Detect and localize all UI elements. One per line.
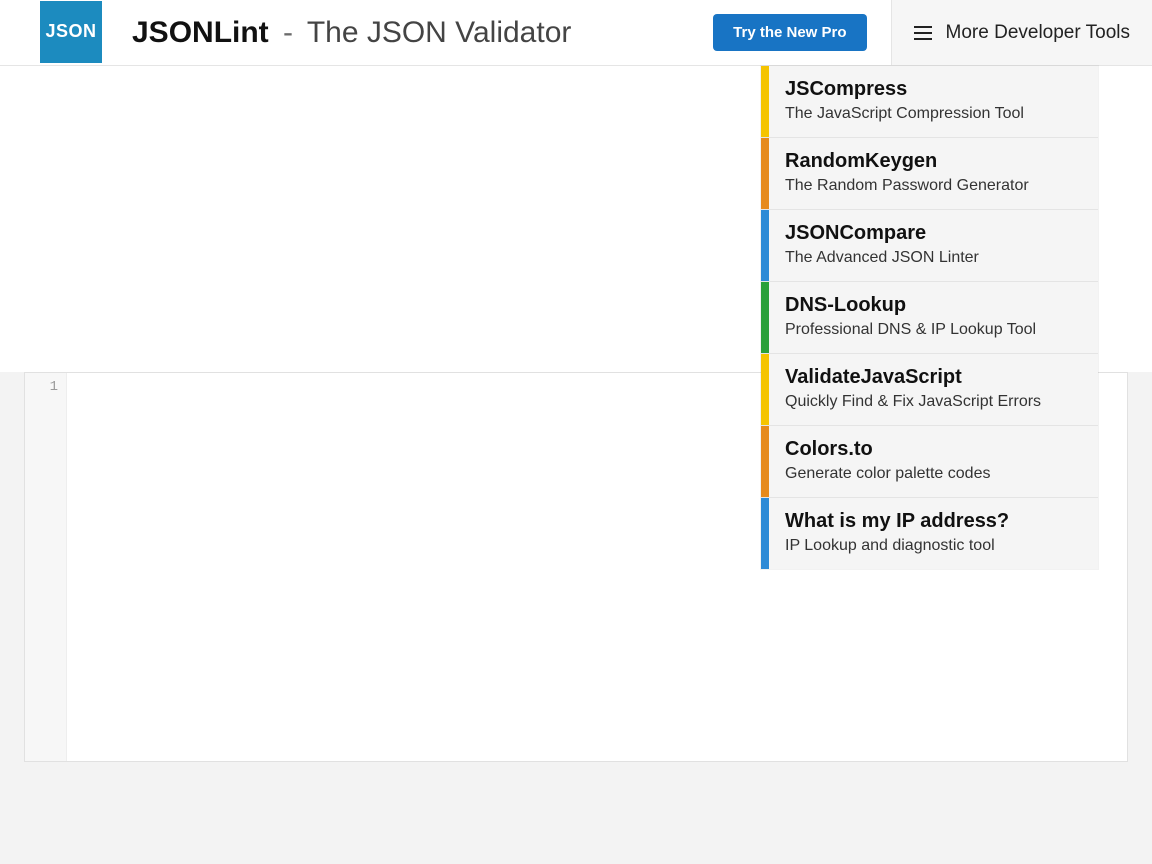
line-number: 1 — [25, 379, 58, 395]
dropdown-stripe — [761, 66, 769, 137]
dropdown-item[interactable]: What is my IP address? IP Lookup and diag… — [761, 498, 1098, 569]
dropdown-body: Colors.to Generate color palette codes — [769, 426, 1006, 497]
dropdown-item-title: RandomKeygen — [785, 150, 1029, 173]
dropdown-body: What is my IP address? IP Lookup and diag… — [769, 498, 1025, 569]
hamburger-icon — [914, 26, 932, 40]
dropdown-stripe — [761, 426, 769, 497]
dropdown-item-subtitle: Generate color palette codes — [785, 465, 990, 483]
dropdown-item[interactable]: JSONCompare The Advanced JSON Linter — [761, 210, 1098, 282]
editor-gutter: 1 — [25, 373, 67, 761]
dropdown-body: DNS-Lookup Professional DNS & IP Lookup T… — [769, 282, 1052, 353]
dropdown-item-title: ValidateJavaScript — [785, 366, 1041, 389]
dropdown-item-title: What is my IP address? — [785, 510, 1009, 533]
dropdown-item[interactable]: Colors.to Generate color palette codes — [761, 426, 1098, 498]
dropdown-item-subtitle: Professional DNS & IP Lookup Tool — [785, 321, 1036, 339]
dropdown-body: JSCompress The JavaScript Compression Too… — [769, 66, 1040, 137]
try-pro-button[interactable]: Try the New Pro — [713, 14, 866, 51]
more-tools-label: More Developer Tools — [946, 22, 1130, 44]
header-right: Try the New Pro More Developer Tools — [713, 0, 1152, 65]
dropdown-item[interactable]: RandomKeygen The Random Password Generato… — [761, 138, 1098, 210]
dropdown-stripe — [761, 138, 769, 209]
title-strong: JSONLint — [132, 16, 269, 49]
logo[interactable]: JSON — [40, 1, 102, 63]
dropdown-item-title: DNS-Lookup — [785, 294, 1036, 317]
dropdown-item[interactable]: ValidateJavaScript Quickly Find & Fix Jav… — [761, 354, 1098, 426]
header: JSON JSONLint - The JSON Validator Try t… — [0, 0, 1152, 66]
dropdown-item-subtitle: Quickly Find & Fix JavaScript Errors — [785, 393, 1041, 411]
more-tools-dropdown: JSCompress The JavaScript Compression Too… — [761, 66, 1098, 569]
page-title: JSONLint - The JSON Validator — [132, 18, 571, 48]
dropdown-stripe — [761, 498, 769, 569]
dropdown-stripe — [761, 354, 769, 425]
dropdown-item-subtitle: IP Lookup and diagnostic tool — [785, 537, 1009, 555]
dropdown-body: ValidateJavaScript Quickly Find & Fix Jav… — [769, 354, 1057, 425]
dropdown-item[interactable]: JSCompress The JavaScript Compression Too… — [761, 66, 1098, 138]
dropdown-stripe — [761, 282, 769, 353]
dropdown-body: JSONCompare The Advanced JSON Linter — [769, 210, 995, 281]
dropdown-item-subtitle: The Advanced JSON Linter — [785, 249, 979, 267]
dropdown-item-title: JSONCompare — [785, 222, 979, 245]
title-subtitle: The JSON Validator — [307, 16, 572, 49]
dropdown-body: RandomKeygen The Random Password Generato… — [769, 138, 1045, 209]
dropdown-item-title: Colors.to — [785, 438, 990, 461]
dropdown-item-subtitle: The Random Password Generator — [785, 177, 1029, 195]
dropdown-item-title: JSCompress — [785, 78, 1024, 101]
more-tools-toggle[interactable]: More Developer Tools — [891, 0, 1152, 65]
dropdown-item[interactable]: DNS-Lookup Professional DNS & IP Lookup T… — [761, 282, 1098, 354]
logo-text: JSON — [45, 21, 96, 42]
dropdown-item-subtitle: The JavaScript Compression Tool — [785, 105, 1024, 123]
dropdown-stripe — [761, 210, 769, 281]
title-separator: - — [283, 16, 293, 49]
